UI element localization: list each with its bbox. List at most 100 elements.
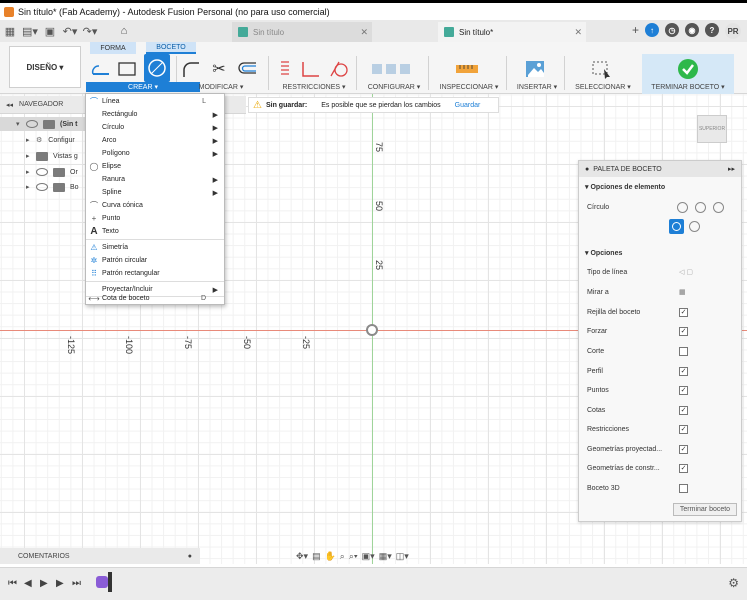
orbit-icon[interactable]: ✥▾ (296, 551, 308, 562)
undo-icon[interactable]: ↶▾ (60, 20, 80, 42)
step-back-icon[interactable]: ◀ (24, 578, 32, 589)
coincident-constraint-icon[interactable] (276, 56, 294, 82)
close-tab-icon[interactable]: ✕ (574, 27, 582, 38)
expand-arrow-icon[interactable]: ▸ (26, 168, 36, 176)
menu-item-line[interactable]: ⌒ Línea L (86, 95, 224, 108)
create-menu-button[interactable]: CREAR ▾ (86, 82, 200, 92)
navigator-item-root[interactable]: ▾ (Sin t (0, 117, 86, 131)
expand-arrow-icon[interactable]: ▸ (26, 136, 36, 144)
checkbox-checked[interactable]: ✓ (679, 385, 688, 395)
notifications-icon[interactable]: ◉ (685, 23, 699, 37)
palette-expand-icon[interactable]: ▸▸ (728, 165, 735, 173)
circle-tool-icon[interactable] (144, 54, 170, 82)
insert-menu-button[interactable]: INSERTAR ▾ (512, 82, 562, 92)
offset-tool-icon[interactable] (234, 56, 260, 82)
close-tab-icon[interactable]: ✕ (360, 27, 368, 38)
menu-item-spline[interactable]: Spline ▶ (86, 186, 224, 199)
configure-menu-button[interactable]: CONFIGURAR ▾ (364, 82, 424, 92)
navigator-item-config[interactable]: ▸ ⚙ Configur (0, 133, 75, 147)
apps-grid-icon[interactable]: ▦ (0, 20, 20, 42)
expand-arrow-icon[interactable]: ▸ (26, 152, 36, 160)
center-diameter-circle-icon[interactable] (677, 201, 688, 213)
menu-item-slot[interactable]: Ranura ▶ (86, 173, 224, 186)
tab-sin-titulo-active[interactable]: Sin título* ✕ (438, 22, 586, 42)
navigator-item-views[interactable]: ▸ Vistas g (0, 149, 78, 163)
tab-sin-titulo[interactable]: Sin título ✕ (232, 22, 372, 42)
checkbox-checked[interactable]: ✓ (679, 307, 688, 317)
configure-icon[interactable] (366, 56, 416, 82)
section-element-options[interactable]: ▾ Opciones de elemento (585, 183, 665, 191)
go-to-end-icon[interactable]: ⏭ (72, 578, 81, 589)
extensions-icon[interactable]: ◷ (665, 23, 679, 37)
comments-panel-header[interactable]: COMENTARIOS ● (0, 548, 200, 564)
tangent-circle-icon[interactable] (689, 221, 700, 232)
add-comment-icon[interactable]: ● (188, 553, 192, 560)
job-status-icon[interactable]: ↑ (645, 23, 659, 37)
visibility-eye-icon[interactable] (36, 183, 48, 191)
navigator-item-sketches[interactable]: ▸ Bo (0, 180, 79, 194)
checkbox-checked[interactable]: ✓ (679, 444, 688, 454)
section-options[interactable]: ▾ Opciones (585, 249, 622, 257)
finish-sketch-checkmark-icon[interactable] (676, 56, 700, 82)
origin-point[interactable] (366, 324, 378, 336)
timeline-sketch-feature-icon[interactable] (96, 576, 108, 588)
menu-item-text[interactable]: A Texto (86, 225, 224, 238)
zoom-icon[interactable]: ⌕ (340, 551, 345, 562)
checkbox-checked[interactable]: ✓ (679, 405, 688, 415)
collapse-icon[interactable]: ◂◂ (6, 101, 13, 109)
display-settings-icon[interactable]: ▣▾ (362, 551, 375, 562)
select-tool-icon[interactable] (588, 56, 614, 82)
fillet-tool-icon[interactable] (180, 56, 202, 82)
profile-avatar[interactable]: PR (725, 23, 741, 39)
menu-item-rectangular-pattern[interactable]: ⠿ Patrón rectangular (86, 267, 224, 280)
expand-arrow-icon[interactable]: ▸ (26, 183, 36, 191)
redo-icon[interactable]: ↷▾ (80, 20, 100, 42)
menu-item-rectangle[interactable]: Rectángulo ▶ (86, 108, 224, 121)
checkbox-checked[interactable]: ✓ (679, 326, 688, 336)
look-at-icon[interactable]: ▦ (679, 288, 686, 296)
menu-item-arc[interactable]: Arco ▶ (86, 134, 224, 147)
two-point-circle-icon[interactable] (695, 201, 706, 213)
measure-tool-icon[interactable] (452, 56, 482, 82)
select-menu-button[interactable]: SELECCIONAR ▾ (570, 82, 636, 92)
expand-arrow-icon[interactable]: ▾ (16, 120, 26, 128)
visibility-eye-icon[interactable] (26, 120, 38, 128)
checkbox-unchecked[interactable] (679, 483, 688, 493)
menu-item-sketch-dimension[interactable]: ⟷ Cota de boceto D (86, 292, 224, 305)
timeline-marker[interactable] (108, 572, 112, 592)
tangent-constraint-icon[interactable] (328, 56, 350, 82)
rectangle-tool-icon[interactable] (116, 56, 138, 82)
palette-header[interactable]: ● PALETA DE BOCETO ▸▸ (579, 161, 741, 177)
view-cube[interactable]: SUPERIOR (697, 115, 727, 143)
step-forward-icon[interactable]: ▶ (56, 578, 64, 589)
file-icon[interactable]: ▤▾ (20, 20, 40, 42)
save-icon[interactable]: ▣ (40, 20, 60, 42)
checkbox-checked[interactable]: ✓ (679, 463, 688, 473)
help-icon[interactable]: ? (705, 23, 719, 37)
save-link[interactable]: Guardar (455, 102, 481, 109)
modify-menu-button[interactable]: MODIFICAR ▾ (186, 82, 256, 92)
checkbox-unchecked[interactable] (679, 346, 688, 356)
three-point-circle-icon[interactable] (713, 201, 724, 213)
trim-scissors-icon[interactable]: ✂ (208, 56, 230, 82)
play-icon[interactable]: ▶ (40, 578, 48, 589)
menu-item-circle[interactable]: Círculo ▶ (86, 121, 224, 134)
menu-item-mirror[interactable]: ⚠ Simetría (86, 241, 224, 254)
workspace-switcher[interactable]: DISEÑO ▾ (9, 46, 81, 88)
go-to-start-icon[interactable]: ⏮ (8, 578, 17, 589)
linetype-icon[interactable]: ◁ ▢ (679, 268, 693, 276)
fit-icon[interactable]: ⌕▾ (349, 551, 358, 562)
constraints-menu-button[interactable]: RESTRICCIONES ▾ (274, 82, 354, 92)
finish-sketch-button[interactable]: Terminar boceto (673, 503, 737, 516)
menu-item-conic[interactable]: ⌒ Curva cónica (86, 199, 224, 212)
tab-boceto[interactable]: BOCETO (146, 42, 196, 54)
new-tab-icon[interactable]: + (632, 23, 639, 39)
navigator-item-origin[interactable]: ▸ Or (0, 165, 78, 179)
pan-hand-icon[interactable]: ✋ (325, 551, 336, 562)
inspect-menu-button[interactable]: INSPECCIONAR ▾ (434, 82, 504, 92)
perpendicular-constraint-icon[interactable] (298, 56, 322, 82)
visibility-eye-icon[interactable] (36, 168, 48, 176)
insert-image-icon[interactable] (522, 56, 548, 82)
tab-forma[interactable]: FORMA (90, 42, 136, 54)
checkbox-checked[interactable]: ✓ (679, 424, 688, 434)
